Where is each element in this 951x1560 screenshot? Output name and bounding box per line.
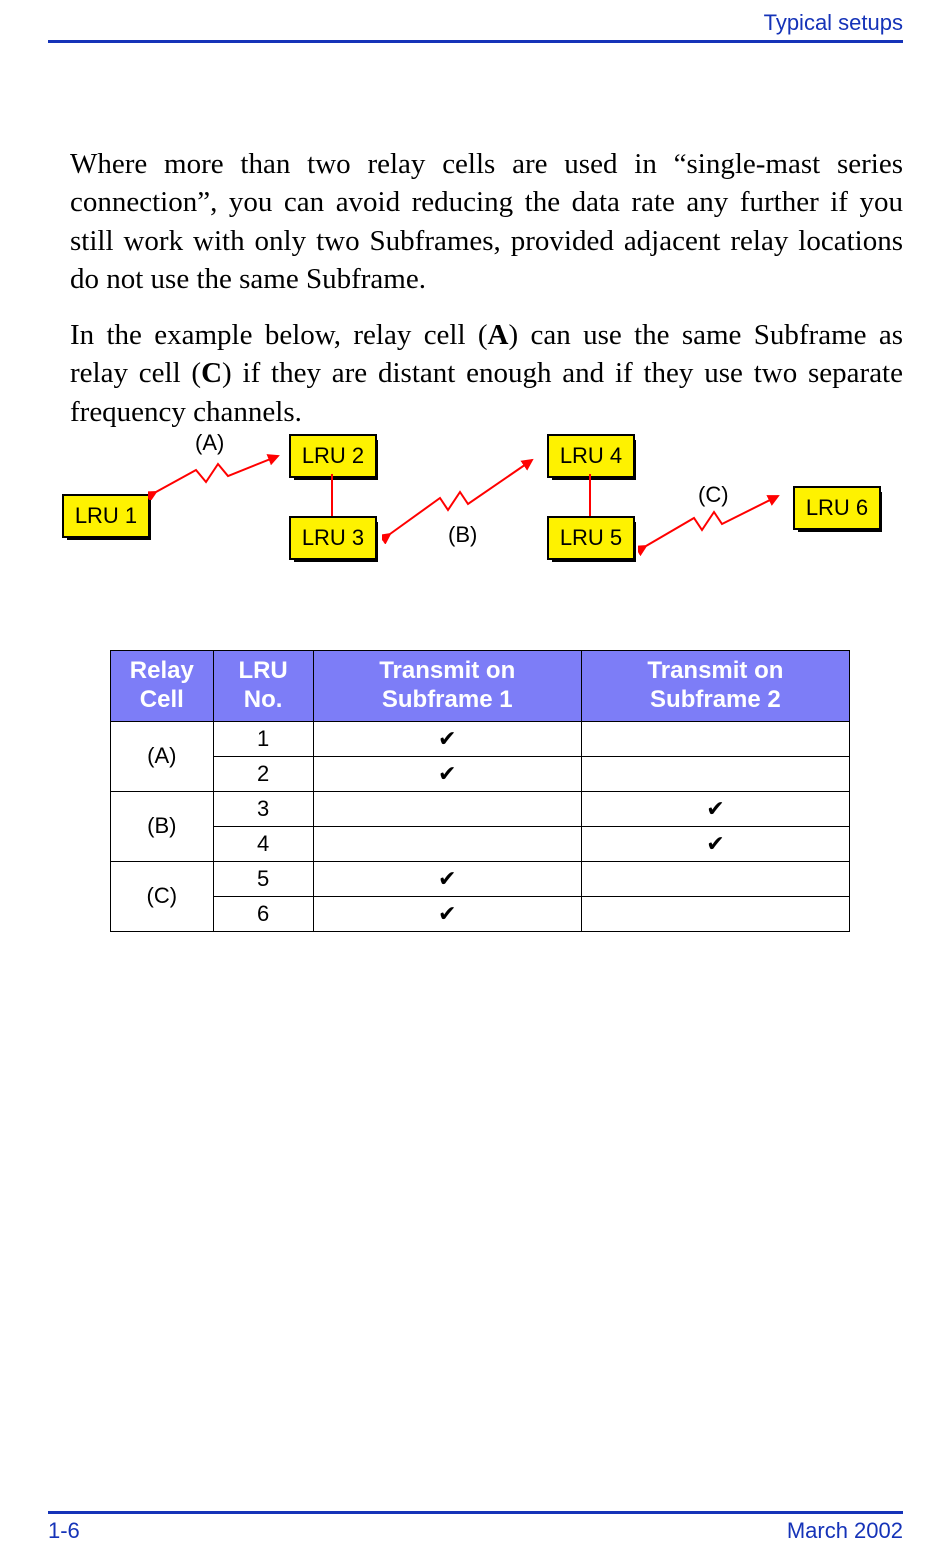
- footer-date: March 2002: [787, 1518, 903, 1544]
- footer-rule: [48, 1511, 903, 1514]
- table-row: 4 ✔: [111, 826, 850, 861]
- cell-sf1: ✔: [313, 861, 581, 896]
- lru5-label: LRU 5: [560, 525, 622, 551]
- table-row: (B) 3 ✔: [111, 791, 850, 826]
- lru3-box: LRU 3: [289, 516, 377, 560]
- cell-sf1: ✔: [313, 896, 581, 931]
- lru5-box: LRU 5: [547, 516, 635, 560]
- header-section-title: Typical setups: [48, 10, 903, 36]
- lru4-label: LRU 4: [560, 443, 622, 469]
- cell-sf2: [581, 756, 849, 791]
- cell-lru: 2: [213, 756, 313, 791]
- cell-sf2: ✔: [581, 791, 849, 826]
- lru4-box: LRU 4: [547, 434, 635, 478]
- table-row: (A) 1 ✔: [111, 721, 850, 756]
- cell-relay: (A): [111, 721, 214, 791]
- conn-4-5: [589, 474, 591, 516]
- cell-lru: 5: [213, 861, 313, 896]
- cell-sf2: [581, 896, 849, 931]
- link-a-icon: [148, 448, 288, 500]
- lru6-box: LRU 6: [793, 486, 881, 530]
- cell-sf1: ✔: [313, 721, 581, 756]
- cell-lru: 3: [213, 791, 313, 826]
- table-row: (C) 5 ✔: [111, 861, 850, 896]
- table-row: 2 ✔: [111, 756, 850, 791]
- th-relay: Relay Cell: [111, 651, 214, 722]
- page-footer: 1-6 March 2002: [48, 1511, 903, 1544]
- lru2-box: LRU 2: [289, 434, 377, 478]
- page-header: Typical setups: [48, 10, 903, 43]
- cell-lru: 1: [213, 721, 313, 756]
- p2-bold-A: A: [488, 319, 509, 351]
- p2-bold-C: C: [201, 357, 222, 389]
- cell-sf1: [313, 826, 581, 861]
- cell-sf2: [581, 861, 849, 896]
- conn-2-3: [331, 474, 333, 516]
- header-rule: [48, 40, 903, 43]
- paragraph-1: Where more than two relay cells are used…: [70, 145, 903, 298]
- cell-sf1: [313, 791, 581, 826]
- cell-sf1: ✔: [313, 756, 581, 791]
- lru1-label: LRU 1: [75, 503, 137, 529]
- cell-relay: (C): [111, 861, 214, 931]
- relay-diagram: LRU 1 LRU 2 LRU 3 LRU 4 LRU 5 LRU 6 (A) …: [62, 430, 892, 600]
- paragraph-2: In the example below, relay cell (A) can…: [70, 316, 903, 431]
- th-sf2: Transmit on Subframe 2: [581, 651, 849, 722]
- cell-lru: 4: [213, 826, 313, 861]
- th-lru: LRU No.: [213, 651, 313, 722]
- body-text: Where more than two relay cells are used…: [70, 145, 903, 431]
- lru1-box: LRU 1: [62, 494, 150, 538]
- lru2-label: LRU 2: [302, 443, 364, 469]
- cell-relay: (B): [111, 791, 214, 861]
- relay-table: Relay Cell LRU No. Transmit on Subframe …: [110, 650, 850, 932]
- lru6-label: LRU 6: [806, 495, 868, 521]
- p2-seg-a: In the example below, relay cell (: [70, 319, 488, 351]
- link-b-icon: [382, 450, 542, 544]
- table-row: 6 ✔: [111, 896, 850, 931]
- lru3-label: LRU 3: [302, 525, 364, 551]
- cell-sf2: ✔: [581, 826, 849, 861]
- cell-sf2: [581, 721, 849, 756]
- th-sf1: Transmit on Subframe 1: [313, 651, 581, 722]
- cell-lru: 6: [213, 896, 313, 931]
- footer-page: 1-6: [48, 1518, 80, 1544]
- link-c-icon: [638, 488, 788, 558]
